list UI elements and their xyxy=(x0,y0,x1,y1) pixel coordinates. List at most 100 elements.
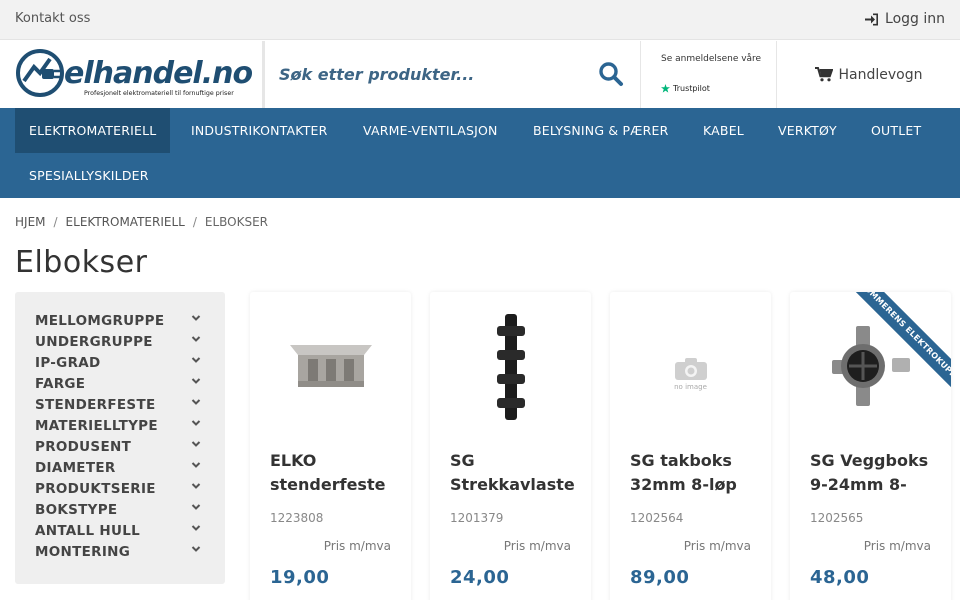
product-price: 24,00 xyxy=(450,567,510,588)
filter-label: MONTERING xyxy=(35,544,131,560)
trustpilot-widget[interactable]: Se anmeldelsene våre Trustpilot xyxy=(641,41,777,108)
product-name[interactable]: ELKO stenderfeste xyxy=(270,449,394,497)
filter-mellomgruppe[interactable]: MELLOMGRUPPE xyxy=(15,313,225,334)
camera-icon xyxy=(674,358,707,380)
chevron-down-icon xyxy=(191,525,201,531)
filter-label: FARGE xyxy=(35,376,86,392)
product-name-line: ELKO xyxy=(270,451,317,470)
filter-montering[interactable]: MONTERING xyxy=(15,544,225,565)
product-image[interactable]: no image xyxy=(610,292,771,442)
product-name-line: 9-24mm 8- xyxy=(810,475,907,494)
breadcrumb-category[interactable]: ELEKTROMATERIELL xyxy=(66,215,185,229)
filter-diameter[interactable]: DIAMETER xyxy=(15,460,225,481)
product-price: 48,00 xyxy=(810,567,870,588)
chevron-down-icon xyxy=(191,315,201,321)
filter-undergruppe[interactable]: UNDERGRUPPE xyxy=(15,334,225,355)
product-card[interactable]: no image SG takboks 32mm 8-løp 1202564 P… xyxy=(610,292,771,600)
chevron-down-icon xyxy=(191,462,201,468)
filter-materielltype[interactable]: MATERIELLTYPE xyxy=(15,418,225,439)
nav-item-kabel[interactable]: KABEL xyxy=(689,108,758,153)
filter-stenderfeste[interactable]: STENDERFESTE xyxy=(15,397,225,418)
site-header: elhandel.no Profesjonelt elektromateriel… xyxy=(0,41,960,108)
price-label: Pris m/mva xyxy=(683,539,751,553)
product-name-line: SG xyxy=(450,451,475,470)
product-name-line: stenderfeste xyxy=(270,475,386,494)
product-card[interactable]: ELKO stenderfeste 1223808 Pris m/mva 19,… xyxy=(250,292,411,600)
chevron-down-icon xyxy=(191,357,201,363)
nav-item-belysning[interactable]: BELYSNING & PÆRER xyxy=(519,108,683,153)
filter-label: UNDERGRUPPE xyxy=(35,334,153,350)
product-sku: 1202565 xyxy=(810,511,864,525)
cart-button[interactable]: Handlevogn xyxy=(777,41,960,108)
nav-item-elektromateriell[interactable]: ELEKTROMATERIELL xyxy=(15,108,171,153)
no-image-text: no image xyxy=(674,383,707,391)
product-image[interactable] xyxy=(790,292,951,442)
filter-produktserie[interactable]: PRODUKTSERIE xyxy=(15,481,225,502)
product-image[interactable] xyxy=(430,292,591,442)
breadcrumb-home[interactable]: HJEM xyxy=(15,215,46,229)
product-name-line: SG takboks xyxy=(630,451,732,470)
trustpilot-brand: Trustpilot xyxy=(661,84,710,93)
filter-antall-hull[interactable]: ANTALL HULL xyxy=(15,523,225,544)
filter-produsent[interactable]: PRODUSENT xyxy=(15,439,225,460)
product-image[interactable] xyxy=(250,292,411,442)
filter-label: MATERIELLTYPE xyxy=(35,418,158,434)
product-name[interactable]: SG Strekkavlaster xyxy=(450,449,574,497)
breadcrumb: HJEM / ELEKTROMATERIELL / ELBOKSER xyxy=(15,215,268,229)
price-label: Pris m/mva xyxy=(503,539,571,553)
search-icon xyxy=(599,62,623,86)
nav-item-industrikontakter[interactable]: INDUSTRIKONTAKTER xyxy=(177,108,342,153)
price-label: Pris m/mva xyxy=(323,539,391,553)
search-button[interactable] xyxy=(598,61,626,89)
product-card[interactable]: SG Strekkavlaster 1201379 Pris m/mva 24,… xyxy=(430,292,591,600)
chevron-down-icon xyxy=(191,441,201,447)
product-card[interactable]: SOMMERENS ELEKTROKUPP SG Veggboks 9-24mm… xyxy=(790,292,951,600)
product-sku: 1201379 xyxy=(450,511,504,525)
breadcrumb-current: ELBOKSER xyxy=(204,215,269,229)
filter-ip-grad[interactable]: IP-GRAD xyxy=(15,355,225,376)
product-sku: 1202564 xyxy=(630,511,684,525)
filter-farge[interactable]: FARGE xyxy=(15,376,225,397)
product-price: 89,00 xyxy=(630,567,690,588)
chevron-down-icon xyxy=(191,420,201,426)
nav-item-verktoy[interactable]: VERKTØY xyxy=(764,108,851,153)
filter-label: PRODUSENT xyxy=(35,439,132,455)
nav-item-outlet[interactable]: OUTLET xyxy=(857,108,935,153)
breadcrumb-separator: / xyxy=(192,215,197,229)
nav-item-varme-ventilasjon[interactable]: VARME-VENTILASJON xyxy=(349,108,512,153)
filter-bokstype[interactable]: BOKSTYPE xyxy=(15,502,225,523)
login-link[interactable]: Logg inn xyxy=(865,11,945,27)
stud-bracket-image xyxy=(289,345,372,387)
product-name-line: SG Veggboks xyxy=(810,451,929,470)
logo-tagline: Profesjonelt elektromateriell til fornuf… xyxy=(84,90,234,97)
chevron-down-icon xyxy=(191,546,201,552)
login-icon xyxy=(865,13,879,25)
filter-label: BOKSTYPE xyxy=(35,502,118,518)
product-name[interactable]: SG takboks 32mm 8-løp xyxy=(630,449,754,497)
strain-relief-image xyxy=(496,314,525,420)
page-title: Elbokser xyxy=(15,245,148,280)
contact-link[interactable]: Kontakt oss xyxy=(15,11,90,26)
chevron-down-icon xyxy=(191,336,201,342)
login-label: Logg inn xyxy=(885,11,945,27)
chevron-down-icon xyxy=(191,378,201,384)
trustpilot-text: Se anmeldelsene våre xyxy=(661,54,762,64)
site-logo[interactable]: elhandel.no Profesjonelt elektromateriel… xyxy=(14,47,262,103)
cart-icon xyxy=(814,67,833,82)
top-bar: Kontakt oss Logg inn xyxy=(0,0,960,40)
filter-label: DIAMETER xyxy=(35,460,116,476)
nav-item-spesiallyskilder[interactable]: SPESIALLYSKILDER xyxy=(15,153,163,198)
product-price: 19,00 xyxy=(270,567,330,588)
trustpilot-star-icon xyxy=(661,84,670,93)
chevron-down-icon xyxy=(191,483,201,489)
product-name[interactable]: SG Veggboks 9-24mm 8- xyxy=(810,449,934,497)
filter-label: MELLOMGRUPPE xyxy=(35,313,165,329)
search-bar xyxy=(265,41,641,108)
price-label: Pris m/mva xyxy=(863,539,931,553)
filter-label: IP-GRAD xyxy=(35,355,101,371)
filter-label: STENDERFESTE xyxy=(35,397,156,413)
logo-graphic: elhandel.no Profesjonelt elektromateriel… xyxy=(16,49,253,97)
product-name-line: 32mm 8-løp xyxy=(630,475,737,494)
search-input[interactable] xyxy=(265,41,585,108)
cart-label: Handlevogn xyxy=(838,66,923,83)
